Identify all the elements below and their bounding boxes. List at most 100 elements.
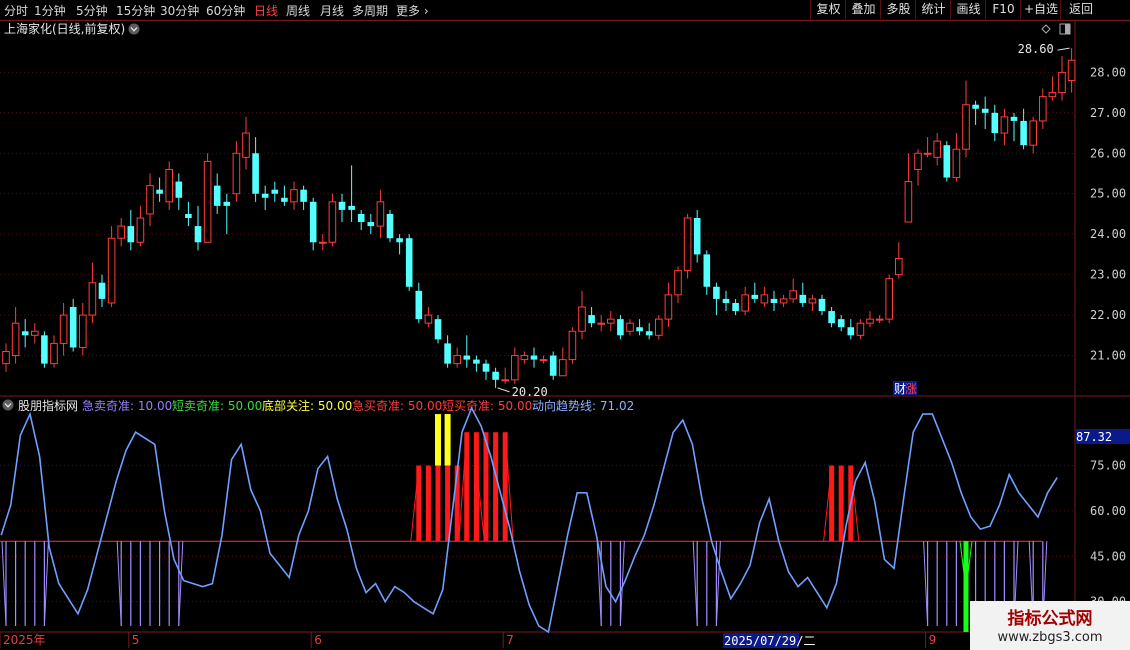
- candle-body-down: [828, 311, 835, 324]
- candle-body-down: [175, 181, 183, 198]
- toolbar-button-1[interactable]: 叠加: [845, 0, 881, 19]
- candle-body-up: [885, 278, 894, 320]
- candle-body-down: [818, 298, 826, 312]
- candle-body-down: [837, 319, 845, 328]
- indicator-axis-label: 60.00: [1090, 504, 1126, 518]
- window-toggle-half: [1065, 24, 1070, 34]
- toolbar-button-6[interactable]: +自选: [1020, 0, 1061, 19]
- candle-body-up: [933, 140, 942, 158]
- diamond-icon[interactable]: [1041, 24, 1051, 34]
- period-tab-10[interactable]: 更多 ›: [396, 2, 429, 19]
- candle-body-up: [376, 201, 385, 227]
- candle-body-down: [69, 307, 77, 348]
- date-label: 6: [314, 633, 322, 647]
- candle-body-down: [770, 298, 778, 303]
- candle-body-up: [1067, 59, 1076, 81]
- candle-body-up: [453, 355, 461, 365]
- toolbar-button-4[interactable]: 画线: [950, 0, 986, 19]
- top-toolbar: 分时 1分钟 5分钟 15分钟 30分钟 60分钟 日线 周线 月线 多周期 更多 › 复权 叠加 多股统…: [0, 0, 1130, 21]
- toolbar-button-2[interactable]: 多股: [880, 0, 916, 19]
- period-tab-5[interactable]: 60分钟: [206, 2, 245, 19]
- candle-body-down: [41, 335, 48, 364]
- toolbar-button-5[interactable]: F10: [985, 0, 1021, 19]
- watermark-line1: 指标公式网: [1007, 609, 1093, 629]
- period-tab-4[interactable]: 30分钟: [160, 2, 199, 19]
- buy-signal-bar: [473, 432, 479, 542]
- candle-body-down: [847, 327, 855, 336]
- candle-body-down: [645, 331, 653, 336]
- title-dropdown-icon[interactable]: [128, 23, 140, 35]
- indicator-param-0: 急卖奇准: 10.00: [82, 398, 172, 413]
- candle-body-down: [415, 290, 423, 320]
- indicator-name: 股朋指标网: [18, 398, 78, 413]
- low-price-label: 20.20: [512, 385, 548, 399]
- candle-body-up: [568, 330, 577, 361]
- candle-body-down: [338, 201, 346, 210]
- candle-body-up: [808, 298, 817, 304]
- candle-body-up: [232, 152, 241, 195]
- candle-body-up: [2, 351, 10, 365]
- indicator-param-1: 短卖奇准: 50.00: [172, 399, 262, 413]
- period-tab-1[interactable]: 1分钟: [34, 2, 66, 19]
- candle-body-up: [952, 148, 961, 179]
- candle-body-up: [136, 217, 145, 243]
- price-axis-label: 25.00: [1090, 187, 1126, 201]
- candle-body-up: [165, 168, 173, 203]
- candle-body-down: [434, 319, 442, 340]
- toolbar-button-3[interactable]: 统计: [915, 0, 951, 19]
- buy-signal-bar: [435, 465, 441, 542]
- candle-body-down: [463, 355, 471, 360]
- candle-body-up: [655, 318, 663, 336]
- low-marker-line: [497, 387, 510, 393]
- candle-body-down: [713, 286, 720, 299]
- candle-body-up: [741, 294, 750, 312]
- candle-body-up: [501, 379, 509, 382]
- candle-body-up: [50, 342, 58, 365]
- candle-body-down: [530, 355, 538, 360]
- period-tab-2[interactable]: 5分钟: [76, 2, 108, 19]
- watermark-logo: 指标公式网 www.zbgs3.com: [970, 601, 1130, 650]
- high-marker-line: [1057, 47, 1070, 51]
- date-label: 2025年: [3, 633, 46, 647]
- candle-body-down: [185, 213, 192, 218]
- candle-body-down: [396, 238, 403, 243]
- candle-body-down: [357, 213, 365, 223]
- candle-body-up: [760, 294, 769, 304]
- indicator-menu-icon[interactable]: [2, 399, 14, 411]
- period-tab-8[interactable]: 月线: [320, 2, 344, 19]
- candle-body-down: [492, 371, 499, 380]
- candle-body-up: [1029, 120, 1038, 146]
- candle-body-up: [674, 270, 682, 296]
- candle-body-up: [904, 181, 913, 223]
- buy-signal-bar: [416, 465, 422, 542]
- candle-body-down: [972, 104, 979, 109]
- candle-body-up: [875, 318, 884, 321]
- candle-body-up: [511, 355, 519, 381]
- candle-body-up: [895, 257, 903, 276]
- toolbar-button-0[interactable]: 复权: [810, 0, 846, 19]
- toolbar-button-7[interactable]: 返回: [1060, 0, 1101, 19]
- candle-body-up: [88, 282, 97, 316]
- stock-title: 上海家化(日线,前复权): [4, 21, 125, 36]
- candle-body-up: [520, 355, 529, 361]
- candle-body-up: [1058, 71, 1066, 94]
- candle-body-up: [607, 318, 615, 324]
- indicator-axis-label: 45.00: [1090, 549, 1126, 563]
- period-tab-9[interactable]: 多周期: [352, 2, 388, 19]
- candle-body-down: [405, 238, 413, 287]
- candle-body-down: [252, 153, 259, 194]
- candle-body-down: [21, 331, 29, 336]
- price-axis-label: 21.00: [1090, 349, 1126, 363]
- period-tab-0[interactable]: 分时: [4, 2, 28, 19]
- watermark-line2: www.zbgs3.com: [997, 630, 1103, 645]
- candle-body-down: [223, 201, 231, 206]
- candle-body-down: [367, 222, 375, 227]
- indicator-param-3: 急买奇准: 50.00: [352, 398, 442, 413]
- candle-body-up: [59, 314, 68, 344]
- candle-body-down: [549, 355, 557, 376]
- candle-body-down: [943, 145, 951, 178]
- chart-area[interactable]: 28.00 27.00 26.00 25.00 24.00 23.00 22.00 21.00…: [0, 20, 1130, 650]
- period-tab-7[interactable]: 周线: [286, 2, 310, 19]
- period-tab-3[interactable]: 15分钟: [116, 2, 155, 19]
- period-tab-6[interactable]: 日线: [254, 2, 278, 19]
